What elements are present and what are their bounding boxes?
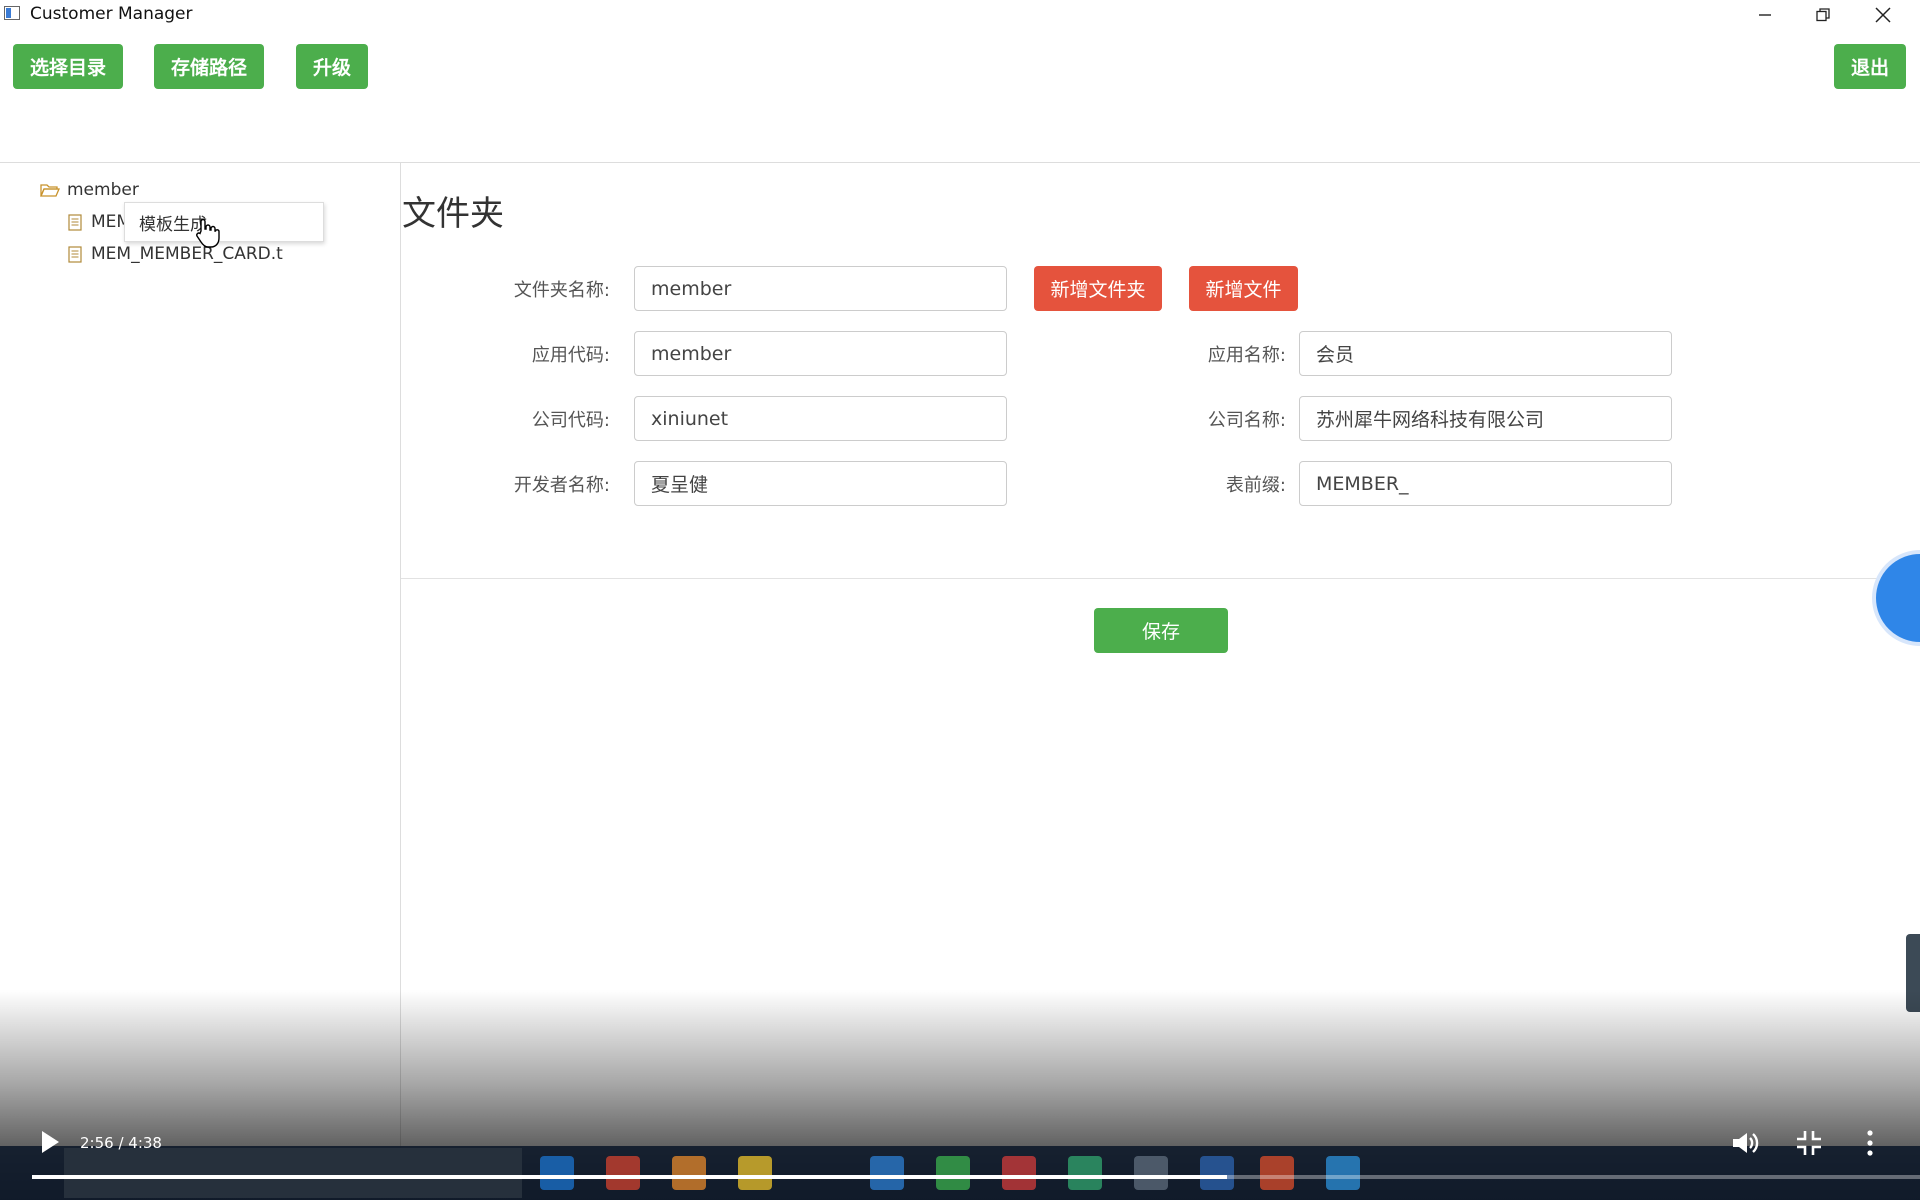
video-time: 2:56 / 4:38: [80, 1134, 162, 1152]
taskbar-app-icon: [1002, 1156, 1036, 1190]
open-folder-icon: [40, 184, 60, 197]
developer-name-label: 开发者名称:: [513, 475, 610, 496]
window-title: Customer Manager: [30, 4, 193, 24]
taskbar-app-icon: [1068, 1156, 1102, 1190]
add-file-button[interactable]: 新增文件: [1189, 266, 1298, 311]
taskbar-app-icon: [1200, 1156, 1234, 1190]
exit-fullscreen-icon[interactable]: [1796, 1130, 1822, 1156]
taskbar-app-icon: [870, 1156, 904, 1190]
company-name-input[interactable]: [1299, 396, 1672, 441]
tree-folder-member[interactable]: member: [40, 180, 139, 200]
taskbar-app-icon: [606, 1156, 640, 1190]
upgrade-button[interactable]: 升级: [296, 44, 368, 89]
taskbar-app-icon: [1260, 1156, 1294, 1190]
context-menu-template-generate[interactable]: 模板生成: [124, 202, 324, 242]
folder-name-input[interactable]: [634, 266, 1007, 311]
table-prefix-label: 表前缀:: [1225, 475, 1286, 496]
restore-button[interactable]: [1794, 0, 1852, 30]
minimize-button[interactable]: [1736, 0, 1794, 30]
form-divider: [401, 578, 1920, 579]
close-button[interactable]: [1854, 0, 1912, 30]
tree-file-item[interactable]: MEM: [68, 212, 131, 232]
background-taskbar-search: [64, 1148, 522, 1198]
video-progress-fill[interactable]: [32, 1175, 1227, 1179]
company-code-label: 公司代码:: [531, 410, 610, 431]
title-bar: Customer Manager: [0, 0, 1920, 30]
app-code-label: 应用代码:: [531, 345, 610, 366]
tree-folder-label: member: [67, 180, 139, 200]
minimize-icon: [1759, 14, 1771, 16]
app-name-label: 应用名称:: [1207, 345, 1286, 366]
table-prefix-input[interactable]: [1299, 461, 1672, 506]
app-name-input[interactable]: [1299, 331, 1672, 376]
file-icon: [68, 245, 82, 263]
developer-name-input[interactable]: [634, 461, 1007, 506]
add-folder-button[interactable]: 新增文件夹: [1034, 266, 1162, 311]
floating-assistant-button[interactable]: [1872, 550, 1920, 646]
taskbar-app-icon: [540, 1156, 574, 1190]
more-options-icon[interactable]: [1862, 1128, 1878, 1158]
company-code-input[interactable]: [634, 396, 1007, 441]
section-title: 文件夹: [402, 194, 504, 234]
play-icon[interactable]: [40, 1130, 60, 1154]
app-code-input[interactable]: [634, 331, 1007, 376]
file-icon: [68, 213, 82, 231]
exit-button[interactable]: 退出: [1834, 44, 1906, 89]
taskbar-app-icon: [936, 1156, 970, 1190]
select-directory-button[interactable]: 选择目录: [13, 44, 123, 89]
taskbar-app-icon: [738, 1156, 772, 1190]
restore-icon: [1816, 8, 1830, 22]
header-divider: [0, 162, 1920, 163]
hand-cursor-icon: [196, 218, 220, 248]
folder-name-label: 文件夹名称:: [513, 280, 610, 301]
taskbar-app-icon: [1134, 1156, 1168, 1190]
taskbar-app-icon: [1326, 1156, 1360, 1190]
company-name-label: 公司名称:: [1207, 410, 1286, 431]
close-icon: [1875, 7, 1891, 23]
storage-path-button[interactable]: 存储路径: [154, 44, 264, 89]
tree-file-item[interactable]: MEM_MEMBER_CARD.t: [68, 244, 283, 264]
save-button[interactable]: 保存: [1094, 608, 1228, 653]
volume-icon[interactable]: [1730, 1128, 1760, 1158]
tree-file-label: MEM_MEMBER_CARD.t: [91, 244, 283, 264]
taskbar-app-icon: [672, 1156, 706, 1190]
app-icon: [4, 6, 20, 20]
